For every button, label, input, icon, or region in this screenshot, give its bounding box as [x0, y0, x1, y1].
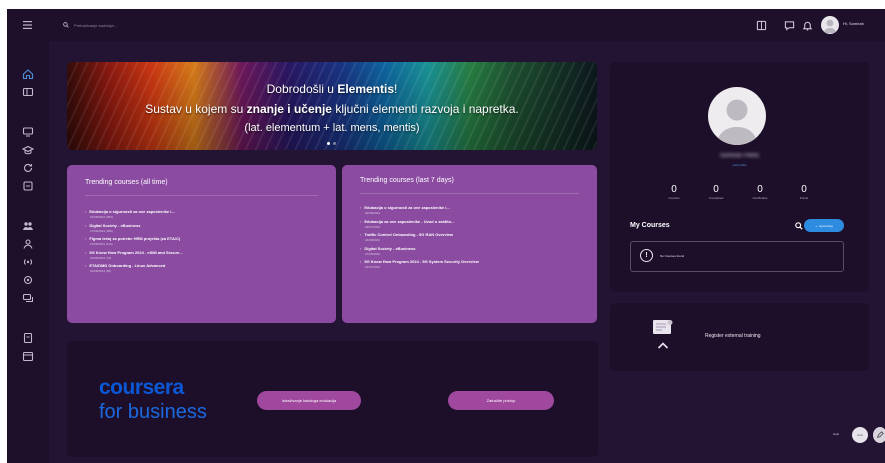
bell-icon[interactable] — [799, 17, 815, 33]
coursera-business-card: coursera for business Istraživanje katal… — [67, 341, 598, 457]
sidebar-home-icon[interactable] — [19, 65, 37, 83]
search-input[interactable] — [74, 22, 224, 28]
user-avatar[interactable] — [821, 16, 839, 34]
sidebar-person-icon[interactable] — [19, 235, 37, 253]
sidebar-users-icon[interactable] — [19, 217, 37, 235]
no-courses-message: ! No Courses found — [630, 241, 844, 272]
sidebar-calendar-icon[interactable] — [19, 347, 37, 365]
trending-all-time-title: Trending courses (all time) — [85, 179, 168, 186]
list-item[interactable]: 5G Know How Program 2024 - eSIM and Secu… — [85, 250, 320, 264]
certificate-icon — [653, 320, 673, 334]
profile-link[interactable]: edit profile — [610, 163, 869, 167]
list-item[interactable]: Traffic Control Onboarding - 5G RAN Over… — [360, 232, 585, 246]
list-item[interactable]: 5G Know How Program 2024 - 5G System Sec… — [360, 259, 585, 273]
register-external-training-label[interactable]: Register external training — [705, 333, 761, 339]
stat-certificates: 0 Certificates — [752, 184, 768, 200]
edit-pencil-icon[interactable] — [873, 427, 885, 443]
stat-courses: 0 Courses — [668, 184, 680, 200]
sidebar — [7, 41, 49, 463]
book-icon[interactable] — [753, 17, 769, 33]
external-training-card[interactable]: Register external training — [610, 303, 869, 371]
list-item[interactable]: Edukacija o sigurnosti za ove zaposlenik… — [85, 209, 320, 223]
plus-icon: + — [815, 223, 818, 228]
sidebar-messages-icon[interactable] — [19, 289, 37, 307]
search-bar[interactable] — [63, 18, 243, 32]
carousel-dots[interactable] — [327, 142, 336, 145]
trending-all-time-card: Trending courses (all time) Edukacija o … — [67, 165, 336, 323]
sidebar-broadcast-icon[interactable] — [19, 253, 37, 271]
hamburger-menu-icon[interactable] — [19, 17, 35, 33]
trending-last-7-days-card: Trending courses (last 7 days) Edukacija… — [342, 165, 597, 323]
help-chat-button[interactable]: chat — [852, 427, 868, 443]
chevron-up-icon[interactable] — [657, 341, 669, 349]
user-name[interactable]: Hi, Somiran — [843, 21, 864, 26]
upcoming-filter-button[interactable]: + Upcoming — [804, 219, 844, 232]
stat-completed: 0 Completed — [708, 184, 724, 200]
banner-line-2: Sustav u kojem su znanje i učenje ključn… — [145, 102, 519, 116]
trending-last-7-days-title: Trending courses (last 7 days) — [360, 177, 454, 184]
profile-name: Somiran Petrić — [719, 153, 760, 159]
list-item[interactable]: Edukacija o sigurnosti za ove zaposlenik… — [360, 205, 585, 219]
coursera-logo: coursera — [99, 376, 184, 399]
explore-catalog-button[interactable]: Istraživanje kataloga edukacija — [257, 391, 361, 410]
sidebar-graduation-icon[interactable] — [19, 141, 37, 159]
list-item[interactable]: ETA/DMD Onboarding - Linux Advanced01/08… — [85, 263, 320, 277]
stat-points: 0 Points — [799, 184, 809, 200]
sidebar-archive-icon[interactable] — [19, 177, 37, 195]
profile-avatar — [708, 87, 766, 145]
sidebar-settings-icon[interactable] — [19, 271, 37, 289]
welcome-banner: Dobrodošli u Elementis! Sustav u kojem s… — [67, 62, 597, 150]
my-courses-title: My Courses — [630, 222, 670, 229]
profile-card: Somiran Petrić edit profile 0 Courses 0 Co… — [610, 62, 869, 292]
banner-line-3: (lat. elementum + lat. mens, mentis) — [244, 122, 420, 134]
sidebar-monitor-icon[interactable] — [19, 123, 37, 141]
list-item[interactable]: Digital Society - eBusiness27/06/2024 — [360, 246, 585, 260]
topbar: Hi, Somiran — [7, 9, 885, 41]
chat-bubble-icon: chat — [857, 433, 863, 437]
sidebar-document-icon[interactable] — [19, 329, 37, 347]
app-window: Hi, Somiran — [7, 9, 885, 463]
chat-icon[interactable] — [781, 17, 797, 33]
coursera-logo-subtitle: for business — [99, 401, 207, 423]
info-icon: ! — [640, 249, 653, 262]
banner-line-1: Dobrodošli u Elementis! — [266, 82, 398, 96]
help-label: Help — [833, 432, 840, 436]
list-item[interactable]: Digital Society - eBusiness27/06/2024 (3… — [85, 223, 320, 237]
request-access-button[interactable]: Zatražite pristup — [448, 391, 554, 410]
list-item[interactable]: Edukacija za ove zaposlenike - Uvod u za… — [360, 219, 585, 233]
search-icon — [63, 22, 69, 28]
list-item[interactable]: Figma tečaj za potrebe HRM projekta (za … — [85, 236, 320, 250]
sidebar-catalog-icon[interactable] — [19, 83, 37, 101]
my-courses-search-icon[interactable] — [795, 222, 803, 230]
sidebar-refresh-icon[interactable] — [19, 159, 37, 177]
